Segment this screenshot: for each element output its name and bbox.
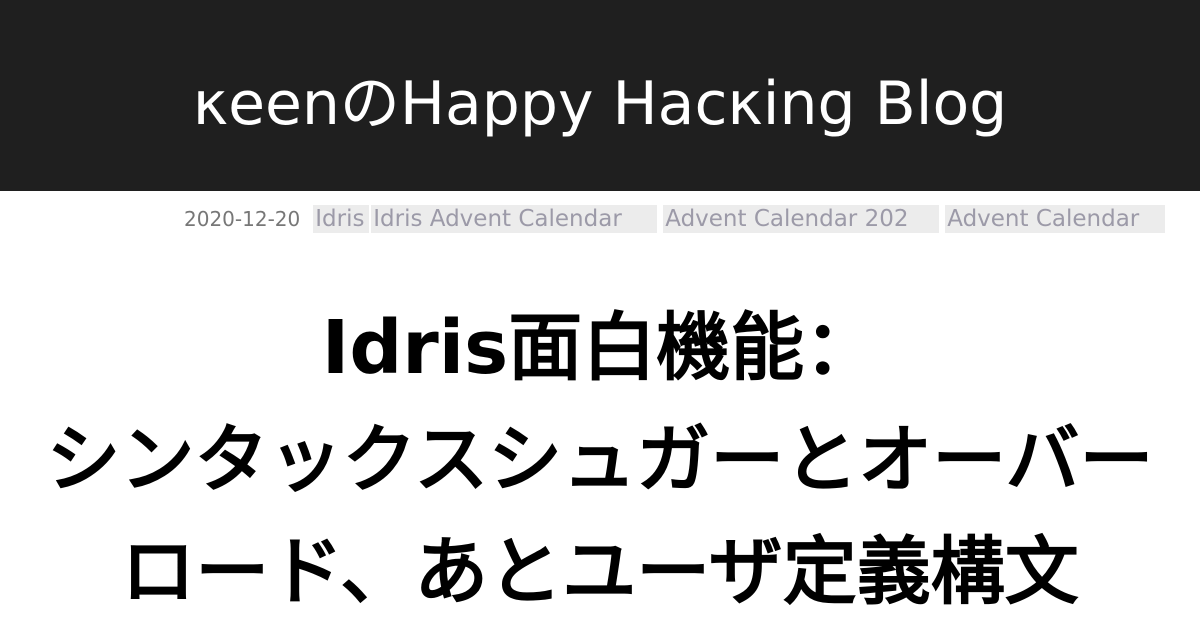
post-title: Idris面白機能： シンタックスシュガーとオーバー ロード、あとユーザ定義構文 bbox=[0, 292, 1200, 628]
post-metadata: 2020-12-20 Idris Idris Advent Calendar A… bbox=[184, 205, 1166, 233]
post-title-line-1: Idris面白機能： bbox=[321, 304, 879, 391]
ogp-card: κeenのHappy Hacκing Blog 2020-12-20 Idris… bbox=[0, 0, 1200, 630]
post-date: 2020-12-20 bbox=[184, 207, 301, 231]
post-title-line-3: ロード、あとユーザ定義構文 bbox=[121, 528, 1079, 615]
site-title[interactable]: κeenのHappy Hacκing Blog bbox=[193, 74, 1008, 134]
tag-advent-calendar[interactable]: Advent Calendar bbox=[945, 205, 1166, 233]
post-title-line-2: シンタックスシュガーとオーバー bbox=[46, 416, 1154, 503]
tag-advent-calendar-202[interactable]: Advent Calendar 202 bbox=[663, 205, 940, 233]
site-header: κeenのHappy Hacκing Blog bbox=[0, 0, 1200, 191]
tag-idris-advent-calendar[interactable]: Idris Advent Calendar bbox=[371, 205, 658, 233]
tag-idris[interactable]: Idris bbox=[313, 205, 370, 233]
